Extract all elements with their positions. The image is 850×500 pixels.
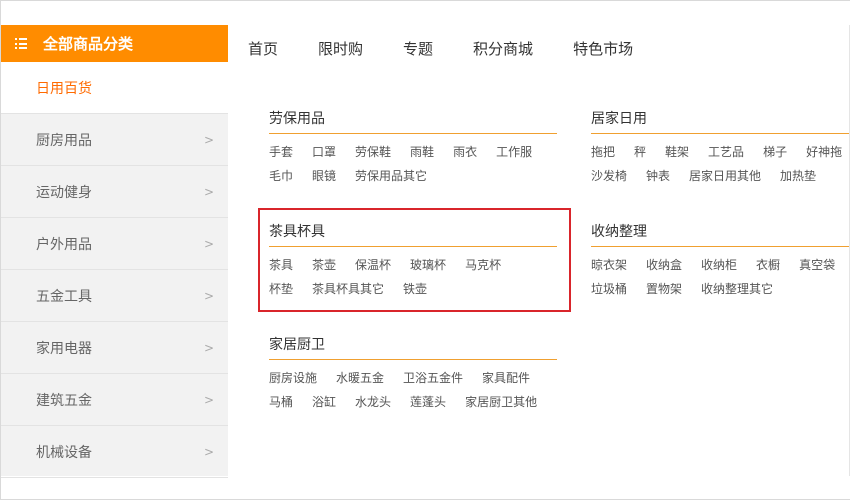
chevron-right-icon: > — [203, 288, 214, 303]
sidebar-item-label: 户外用品 — [36, 236, 92, 253]
nav-featured-market[interactable]: 特色市场 — [573, 38, 633, 59]
list-item[interactable]: 收纳盒 — [646, 253, 682, 277]
group-items: 手套 口罩 劳保鞋 雨鞋 雨衣 工作服 毛巾 眼镜 劳保用品其它 — [269, 140, 557, 188]
group-storage: 收纳整理 晾衣架 收纳盒 收纳柜 衣橱 真空袋 垃圾桶 置物架 收纳整理其它 — [591, 221, 849, 301]
nav-topics[interactable]: 专题 — [403, 38, 433, 59]
list-item[interactable]: 雨衣 — [453, 140, 477, 164]
list-item[interactable]: 置物架 — [646, 277, 682, 301]
nav-points-mall[interactable]: 积分商城 — [473, 38, 533, 59]
sidebar-item-label: 家用电器 — [36, 340, 92, 357]
list-item[interactable]: 拖把 — [591, 140, 615, 164]
group-title[interactable]: 劳保用品 — [269, 108, 557, 134]
chevron-right-icon: > — [203, 236, 214, 251]
top-nav: 首页 限时购 专题 积分商城 特色市场 — [248, 38, 673, 59]
list-item[interactable]: 真空袋 — [799, 253, 835, 277]
group-labor-protection: 劳保用品 手套 口罩 劳保鞋 雨鞋 雨衣 工作服 毛巾 眼镜 劳保用品其它 — [269, 108, 557, 188]
list-item[interactable]: 家具配件 — [482, 366, 530, 390]
group-home-daily: 居家日用 拖把 秤 鞋架 工艺品 梯子 好神拖 沙发椅 钟表 居家日用其他 加热… — [591, 108, 849, 188]
list-item[interactable]: 收纳整理其它 — [701, 277, 773, 301]
list-item[interactable]: 家居厨卫其他 — [465, 390, 537, 414]
list-item[interactable]: 手套 — [269, 140, 293, 164]
sidebar-item-hardware-tools[interactable]: 五金工具 > — [1, 270, 228, 322]
list-item[interactable]: 浴缸 — [312, 390, 336, 414]
category-sidebar: 全部商品分类 日用百货 厨房用品 > 运动健身 > 户外用品 > 五金工具 > 家用电器… — [1, 25, 228, 478]
list-item[interactable]: 卫浴五金件 — [403, 366, 463, 390]
list-item[interactable]: 工艺品 — [708, 140, 744, 164]
chevron-right-icon: > — [203, 184, 214, 199]
sidebar-item-fitness[interactable]: 运动健身 > — [1, 166, 228, 218]
all-categories-label: 全部商品分类 — [43, 35, 134, 53]
sidebar-item-appliances[interactable]: 家用电器 > — [1, 322, 228, 374]
sidebar-item-machinery[interactable]: 机械设备 > — [1, 426, 228, 478]
list-item[interactable]: 毛巾 — [269, 164, 293, 188]
chevron-right-icon: > — [203, 444, 214, 459]
sidebar-item-label: 建筑五金 — [36, 392, 92, 409]
group-kitchen-bath: 家居厨卫 厨房设施 水暖五金 卫浴五金件 家具配件 马桶 浴缸 水龙头 莲蓬头 … — [269, 334, 557, 414]
list-item[interactable]: 工作服 — [496, 140, 532, 164]
list-item[interactable]: 鞋架 — [665, 140, 689, 164]
list-item[interactable]: 加热垫 — [780, 164, 816, 188]
list-item[interactable]: 劳保用品其它 — [355, 164, 427, 188]
sidebar-item-label: 机械设备 — [36, 444, 92, 461]
group-title[interactable]: 家居厨卫 — [269, 334, 557, 360]
list-item[interactable]: 莲蓬头 — [410, 390, 446, 414]
list-item[interactable]: 收纳柜 — [701, 253, 737, 277]
sidebar-item-label: 厨房用品 — [36, 132, 92, 149]
group-title[interactable]: 收纳整理 — [591, 221, 849, 247]
sidebar-item-building-hardware[interactable]: 建筑五金 > — [1, 374, 228, 426]
list-item[interactable]: 居家日用其他 — [689, 164, 761, 188]
group-title[interactable]: 居家日用 — [591, 108, 849, 134]
list-item[interactable]: 梯子 — [763, 140, 787, 164]
list-item[interactable]: 好神拖 — [806, 140, 842, 164]
list-item[interactable]: 马桶 — [269, 390, 293, 414]
list-item[interactable]: 口罩 — [312, 140, 336, 164]
list-item[interactable]: 钟表 — [646, 164, 670, 188]
group-items: 晾衣架 收纳盒 收纳柜 衣橱 真空袋 垃圾桶 置物架 收纳整理其它 — [591, 253, 849, 301]
list-item[interactable]: 衣橱 — [756, 253, 780, 277]
sidebar-item-daily-goods[interactable]: 日用百货 — [1, 62, 228, 114]
group-items: 厨房设施 水暖五金 卫浴五金件 家具配件 马桶 浴缸 水龙头 莲蓬头 家居厨卫其… — [269, 366, 557, 414]
all-categories-header[interactable]: 全部商品分类 — [1, 25, 228, 62]
sidebar-item-kitchen[interactable]: 厨房用品 > — [1, 114, 228, 166]
list-item[interactable]: 秤 — [634, 140, 646, 164]
list-item[interactable]: 雨鞋 — [410, 140, 434, 164]
list-item[interactable]: 水暖五金 — [336, 366, 384, 390]
highlight-box — [258, 208, 571, 312]
list-item[interactable]: 眼镜 — [312, 164, 336, 188]
list-item[interactable]: 劳保鞋 — [355, 140, 391, 164]
list-item[interactable]: 厨房设施 — [269, 366, 317, 390]
nav-flash-sale[interactable]: 限时购 — [318, 38, 363, 59]
list-menu-icon — [15, 38, 27, 49]
sidebar-item-outdoor[interactable]: 户外用品 > — [1, 218, 228, 270]
chevron-right-icon: > — [203, 132, 214, 147]
list-item[interactable]: 沙发椅 — [591, 164, 627, 188]
list-item[interactable]: 水龙头 — [355, 390, 391, 414]
sidebar-item-label: 五金工具 — [36, 288, 92, 305]
chevron-right-icon: > — [203, 392, 214, 407]
list-item[interactable]: 晾衣架 — [591, 253, 627, 277]
nav-home[interactable]: 首页 — [248, 38, 278, 59]
group-items: 拖把 秤 鞋架 工艺品 梯子 好神拖 沙发椅 钟表 居家日用其他 加热垫 — [591, 140, 849, 188]
sidebar-item-label: 日用百货 — [36, 80, 92, 97]
chevron-right-icon: > — [203, 340, 214, 355]
sidebar-item-label: 运动健身 — [36, 184, 92, 201]
list-item[interactable]: 垃圾桶 — [591, 277, 627, 301]
